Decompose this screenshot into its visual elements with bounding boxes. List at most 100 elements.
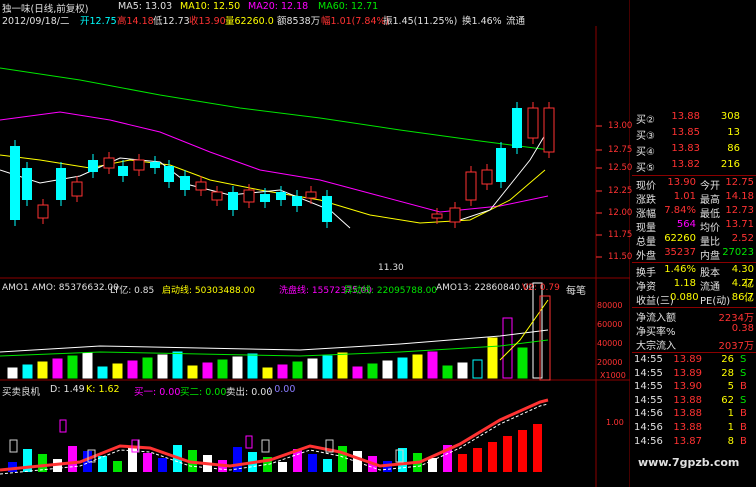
- amo-bar: [7, 367, 18, 379]
- turnover-label: 换1.46%: [462, 16, 502, 27]
- candle-down: [56, 168, 66, 200]
- timing-bar: [143, 453, 152, 472]
- candle-down: [322, 196, 332, 222]
- candle-up: [243, 189, 255, 203]
- low-price-marker: 11.30: [378, 263, 404, 273]
- flow-label: 净流入额: [636, 313, 676, 324]
- volume-label: 量62260.0: [225, 16, 274, 27]
- flow-row: 大宗流入 2037万: [632, 337, 756, 352]
- lt-value: LT亿: 0.85: [110, 286, 155, 296]
- bid-price: 13.83: [671, 143, 700, 154]
- stat-row: 涨跌 1.01 最高 14.18: [632, 191, 756, 206]
- tick-volume: 26: [721, 354, 734, 365]
- stat-label: 涨幅: [636, 209, 656, 220]
- amplitude-label: 振1.45(11.25%): [383, 16, 458, 27]
- amo-bar: [127, 360, 138, 379]
- bid-volume: 216: [720, 159, 740, 170]
- tick-volume: 1: [727, 408, 734, 420]
- ma60-label: MA60: 12.71: [318, 1, 379, 12]
- flow-value: 2037万: [718, 341, 754, 352]
- amo-bar: [322, 355, 333, 379]
- ma20-label: MA20: 12.18: [248, 1, 309, 12]
- ma10-label: MA10: 12.50: [180, 1, 241, 12]
- change-label: 幅1.01(7.84%): [321, 16, 390, 27]
- signal-box: [261, 439, 270, 453]
- stat-row: 总量 62260 量比 2.52: [632, 233, 756, 248]
- start-line-value: 启动线: 50303488.00: [162, 286, 256, 296]
- signal-box: [245, 435, 253, 449]
- bid-volume: 13: [727, 127, 740, 138]
- tick-time: 14:55: [634, 381, 663, 393]
- amount-label: 额8538万: [277, 16, 321, 27]
- amo-bar: [37, 361, 48, 379]
- amo-tick: 80000: [597, 301, 623, 310]
- amo-bar: [367, 363, 378, 379]
- price-tick: 13.00: [608, 121, 633, 131]
- bid-label: 买②: [636, 115, 655, 126]
- amo-bar: [427, 351, 438, 379]
- liquidity-label: 流通: [506, 16, 526, 27]
- stat-label: 均价: [700, 223, 720, 234]
- candle-down: [260, 194, 270, 202]
- stat-label: 今开: [700, 181, 720, 192]
- bid-row: 买④ 13.83 86: [632, 143, 756, 158]
- tick-price: 13.89: [673, 354, 702, 365]
- amo-bar: [112, 363, 123, 379]
- bid-price: 13.82: [671, 159, 700, 170]
- flow-label: 净买率%: [636, 327, 676, 338]
- k-value: K: 1.62: [86, 384, 120, 395]
- candle-up: [211, 191, 223, 201]
- stat-label: 股本: [700, 268, 720, 279]
- amo-bar: [517, 347, 528, 379]
- timing-bar: [488, 442, 497, 472]
- timing-bar: [473, 448, 482, 472]
- tick-volume: 28: [721, 367, 734, 379]
- candle-down: [228, 192, 238, 210]
- candle-up: [481, 169, 493, 185]
- stat-row: 现价 13.90 今开 12.75: [632, 177, 756, 192]
- price-tick: 12.25: [608, 186, 633, 196]
- amo-line: [0, 339, 549, 357]
- tick-volume: 5: [727, 381, 734, 393]
- timing-panel-label: 买卖良机: [2, 387, 41, 398]
- price-tick: 11.75: [608, 230, 633, 240]
- date-label: 2012/09/18/二: [2, 16, 70, 27]
- amo-bar: [502, 317, 513, 379]
- stat-label: 外盘: [636, 251, 656, 262]
- candle-down: [512, 108, 522, 148]
- divider: [632, 307, 756, 308]
- amo-bar: [217, 359, 228, 379]
- candle-down: [10, 146, 20, 220]
- candle-up: [465, 171, 477, 201]
- timing-bar: [278, 462, 287, 472]
- tick-time: 14:56: [634, 408, 663, 420]
- stat-value: 13.90: [667, 177, 696, 188]
- tick-side: B: [740, 422, 747, 433]
- amo-bar: [232, 356, 243, 379]
- stat-value: 86.7: [731, 292, 754, 303]
- stat-value: 2.52: [731, 233, 754, 244]
- candle-down: [276, 192, 286, 200]
- timing-bar: [533, 424, 542, 472]
- amo-bar: [22, 364, 33, 379]
- amo-panel-label: AMO1: [2, 283, 29, 293]
- tick-volume: 1: [727, 422, 734, 433]
- signal-box: [9, 439, 18, 453]
- amo-bar: [292, 361, 303, 379]
- timing-bar: [518, 430, 527, 472]
- amo-bar: [157, 354, 168, 379]
- amo-bar: [142, 357, 153, 379]
- candle-down: [164, 166, 174, 182]
- bid-row: 买⑤ 13.82 216: [632, 159, 756, 174]
- candle-up: [527, 107, 539, 139]
- chart-area[interactable]: [0, 0, 630, 487]
- amo-unit: X1000: [600, 371, 626, 380]
- tick-side: S: [740, 367, 747, 379]
- timing-bar: [458, 454, 467, 472]
- d-value: D: 1.49: [50, 384, 85, 395]
- bid-volume: 86: [727, 143, 740, 154]
- timing-bar: [308, 454, 317, 472]
- timing-bar: [113, 461, 122, 472]
- flow-row: 净流入额 2234万: [632, 309, 756, 324]
- amo-bar: [337, 352, 348, 379]
